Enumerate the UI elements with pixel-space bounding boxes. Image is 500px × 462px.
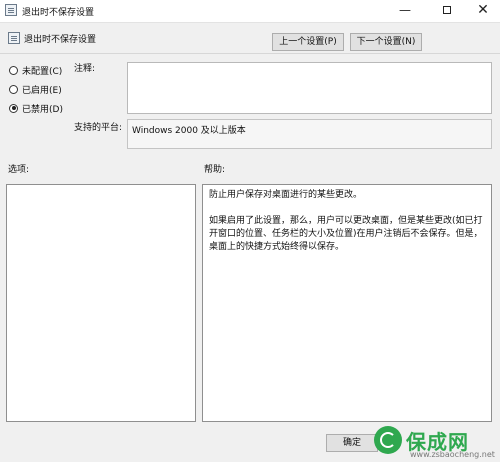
next-setting-button[interactable]: 下一个设置(N) bbox=[350, 33, 422, 51]
options-label: 选项: bbox=[8, 165, 30, 175]
policy-icon bbox=[5, 4, 17, 16]
help-label: 帮助: bbox=[204, 165, 226, 175]
watermark-url: www.zsbaocheng.net bbox=[410, 450, 495, 459]
help-paragraph: 如果启用了此设置，那么，用户可以更改桌面，但是某些更改(如已打开窗口的位置、任务… bbox=[209, 216, 483, 252]
watermark-logo-icon bbox=[374, 426, 402, 454]
radio-button-selected[interactable] bbox=[9, 103, 18, 113]
help-paragraph: 防止用户保存对桌面进行的某些更改。 bbox=[209, 190, 363, 200]
radio-label: 已禁用(D) bbox=[22, 104, 63, 115]
platform-label: 支持的平台: bbox=[74, 123, 123, 133]
radio-not-configured[interactable]: 未配置(C) bbox=[9, 63, 62, 77]
setting-name: 退出时不保存设置 bbox=[24, 35, 97, 45]
header-divider bbox=[0, 53, 500, 54]
window-title: 退出时不保存设置 bbox=[22, 8, 95, 18]
maximize-button[interactable] bbox=[432, 0, 462, 22]
platform-value: Windows 2000 及以上版本 bbox=[132, 126, 246, 136]
radio-enabled[interactable]: 已启用(E) bbox=[9, 82, 62, 96]
radio-disabled[interactable]: 已禁用(D) bbox=[9, 101, 63, 115]
notes-label: 注释: bbox=[74, 64, 96, 74]
setting-icon bbox=[8, 32, 20, 44]
watermark: 保成网 www.zsbaocheng.net bbox=[370, 418, 500, 462]
previous-setting-button[interactable]: 上一个设置(P) bbox=[272, 33, 344, 51]
help-panel: 防止用户保存对桌面进行的某些更改。 如果启用了此设置，那么，用户可以更改桌面，但… bbox=[202, 184, 492, 422]
radio-label: 已启用(E) bbox=[22, 85, 62, 96]
notes-textarea[interactable] bbox=[127, 62, 492, 114]
options-panel bbox=[6, 184, 196, 422]
maximize-icon bbox=[443, 6, 451, 14]
platform-field: Windows 2000 及以上版本 bbox=[127, 119, 492, 149]
radio-label: 未配置(C) bbox=[22, 66, 63, 77]
radio-button[interactable] bbox=[9, 65, 18, 75]
close-button[interactable]: ✕ bbox=[468, 0, 498, 22]
radio-button[interactable] bbox=[9, 84, 18, 94]
minimize-button[interactable]: — bbox=[390, 0, 420, 22]
